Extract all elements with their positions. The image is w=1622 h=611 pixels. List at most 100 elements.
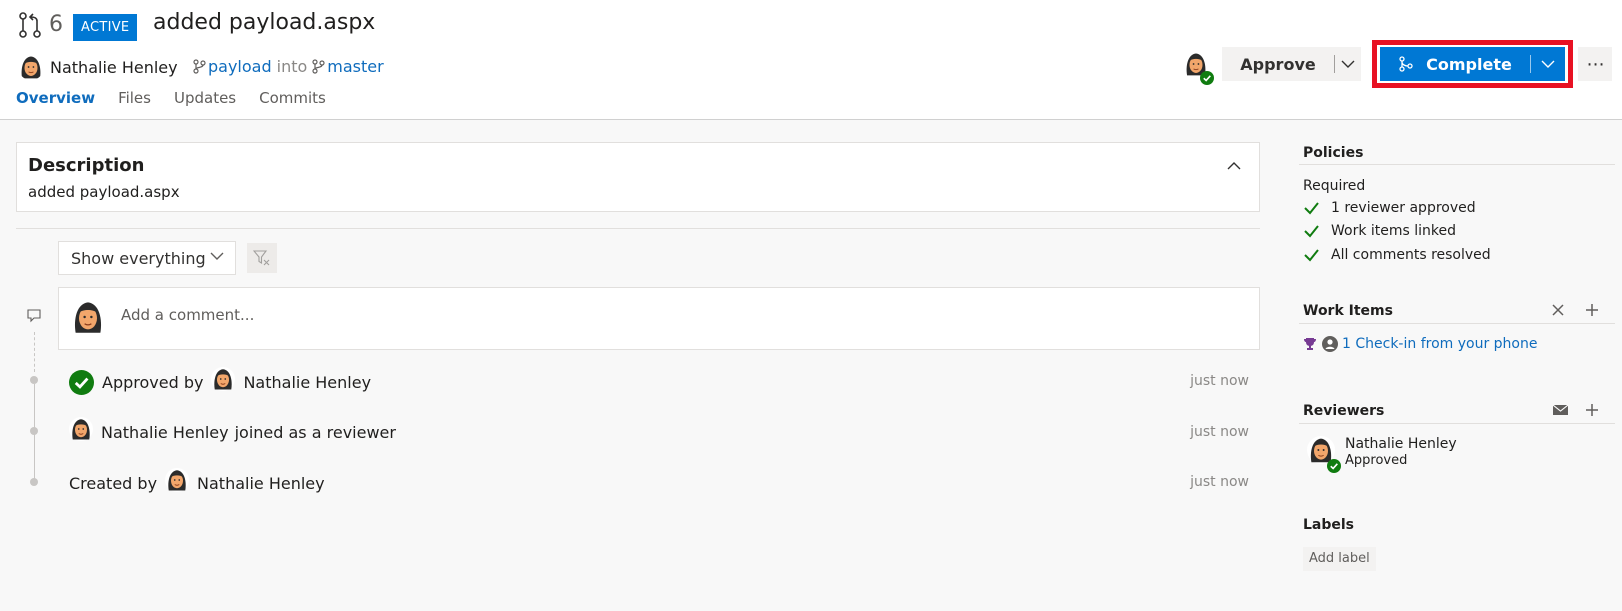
branch-icon	[312, 59, 325, 74]
comment-box[interactable]	[58, 287, 1260, 350]
comment-input[interactable]	[121, 306, 1021, 324]
remove-work-item-button[interactable]	[1548, 300, 1568, 320]
status-badge: ACTIVE	[73, 14, 138, 41]
description-body: added payload.aspx	[28, 183, 180, 201]
timeline-user[interactable]: Nathalie Henley	[243, 373, 371, 392]
check-icon	[1327, 459, 1341, 473]
tab-updates[interactable]: Updates	[174, 89, 236, 107]
approve-label: Approve	[1240, 54, 1316, 74]
complete-options-button[interactable]	[1531, 60, 1565, 68]
policy-item: All comments resolved	[1303, 245, 1491, 265]
complete-button[interactable]: Complete	[1380, 47, 1565, 81]
timeline-dot	[30, 427, 38, 435]
policies-header: Policies	[1303, 142, 1615, 161]
divider	[1299, 323, 1615, 324]
avatar	[69, 417, 93, 441]
reviewer-avatar[interactable]	[1183, 51, 1209, 81]
labels-header: Labels	[1303, 514, 1615, 533]
reviewer-info: Nathalie Henley Approved	[1345, 436, 1457, 468]
timeline-text: joined as a reviewer	[234, 422, 396, 442]
pr-header: 6 ACTIVE added payload.aspx Nathalie Hen…	[0, 0, 1622, 120]
tab-files[interactable]: Files	[118, 89, 151, 107]
work-item-label: 1 Check-in from your phone	[1342, 336, 1538, 352]
approve-button[interactable]: Approve	[1222, 47, 1361, 81]
avatar	[165, 468, 189, 492]
page-title: added payload.aspx	[153, 10, 376, 35]
more-icon: ⋯	[1586, 53, 1605, 75]
timeline-connector	[34, 332, 35, 372]
policy-label: Work items linked	[1331, 223, 1457, 239]
timeline-dot	[30, 376, 38, 384]
mail-icon	[1552, 404, 1568, 415]
branch-info: payload into master	[193, 57, 384, 76]
labels-title: Labels	[1303, 517, 1355, 533]
into-label: into	[276, 57, 308, 76]
avatar	[18, 54, 44, 80]
divider	[1299, 423, 1615, 424]
trophy-icon	[1304, 338, 1316, 350]
check-icon	[1304, 249, 1319, 262]
author-name: Nathalie Henley	[50, 57, 178, 77]
timestamp: just now	[1190, 424, 1249, 440]
reviewers-title: Reviewers	[1303, 403, 1385, 419]
description-card: Description added payload.aspx	[16, 142, 1260, 212]
avatar	[211, 367, 235, 391]
reviewer-avatar	[1307, 436, 1335, 468]
target-branch-link[interactable]: master	[327, 57, 383, 76]
reviewer-status: Approved	[1345, 453, 1408, 468]
policies-required-label: Required	[1303, 178, 1366, 194]
timeline-text: Approved by	[102, 372, 204, 392]
avatar	[1322, 336, 1338, 352]
check-icon	[1304, 202, 1319, 215]
policy-label: 1 reviewer approved	[1331, 200, 1476, 216]
plus-icon	[1586, 404, 1598, 416]
approve-options-button[interactable]	[1335, 60, 1361, 68]
complete-main[interactable]: Complete	[1380, 55, 1530, 74]
policy-label: All comments resolved	[1331, 247, 1491, 263]
timeline-text: Created by	[69, 473, 158, 493]
filter-icon	[253, 250, 270, 266]
timestamp: just now	[1190, 373, 1249, 389]
tab-bar: Overview Files Updates Commits	[16, 89, 349, 107]
policy-item: Work items linked	[1303, 221, 1456, 241]
tab-overview[interactable]: Overview	[16, 89, 95, 107]
add-reviewer-button[interactable]	[1582, 400, 1602, 420]
check-icon	[1304, 225, 1319, 238]
add-label-button[interactable]: Add label	[1303, 547, 1376, 571]
chevron-down-icon	[1341, 60, 1355, 68]
merge-icon	[1399, 56, 1413, 72]
source-branch-link[interactable]: payload	[208, 57, 272, 76]
work-item-link[interactable]: 1 Check-in from your phone	[1303, 336, 1537, 352]
policies-title: Policies	[1303, 145, 1364, 161]
reviewer-name: Nathalie Henley	[1345, 436, 1457, 452]
description-title: Description	[28, 155, 145, 176]
email-reviewers-button[interactable]	[1550, 400, 1570, 420]
work-items-header: Work Items	[1303, 300, 1615, 319]
timeline-user[interactable]: Nathalie Henley	[101, 423, 229, 442]
divider	[1299, 164, 1615, 165]
chevron-up-icon[interactable]	[1225, 159, 1243, 173]
complete-label: Complete	[1426, 54, 1512, 74]
author[interactable]: Nathalie Henley	[18, 52, 178, 82]
policy-item: 1 reviewer approved	[1303, 198, 1476, 218]
timestamp: just now	[1190, 474, 1249, 490]
pull-request-icon	[19, 12, 41, 38]
show-filter-value: Show everything	[71, 248, 206, 268]
avatar	[70, 299, 106, 335]
check-icon	[1200, 71, 1214, 85]
check-icon	[69, 370, 94, 395]
clear-filter-button[interactable]	[247, 243, 277, 273]
more-actions-button[interactable]: ⋯	[1578, 47, 1612, 81]
timeline-item-created: Created by Nathalie Henley	[69, 469, 325, 497]
chevron-down-icon	[210, 252, 224, 260]
tab-commits[interactable]: Commits	[259, 89, 326, 107]
timeline-user[interactable]: Nathalie Henley	[197, 474, 325, 493]
pr-id: 6	[49, 12, 63, 37]
divider	[16, 228, 1260, 229]
timeline-item-approved: Approved by Nathalie Henley	[69, 368, 371, 396]
reviewer-item[interactable]: Nathalie Henley Approved	[1307, 436, 1457, 468]
chevron-down-icon	[1541, 60, 1555, 68]
show-filter-dropdown[interactable]: Show everything	[58, 241, 236, 275]
add-work-item-button[interactable]	[1582, 300, 1602, 320]
close-icon	[1552, 304, 1564, 316]
